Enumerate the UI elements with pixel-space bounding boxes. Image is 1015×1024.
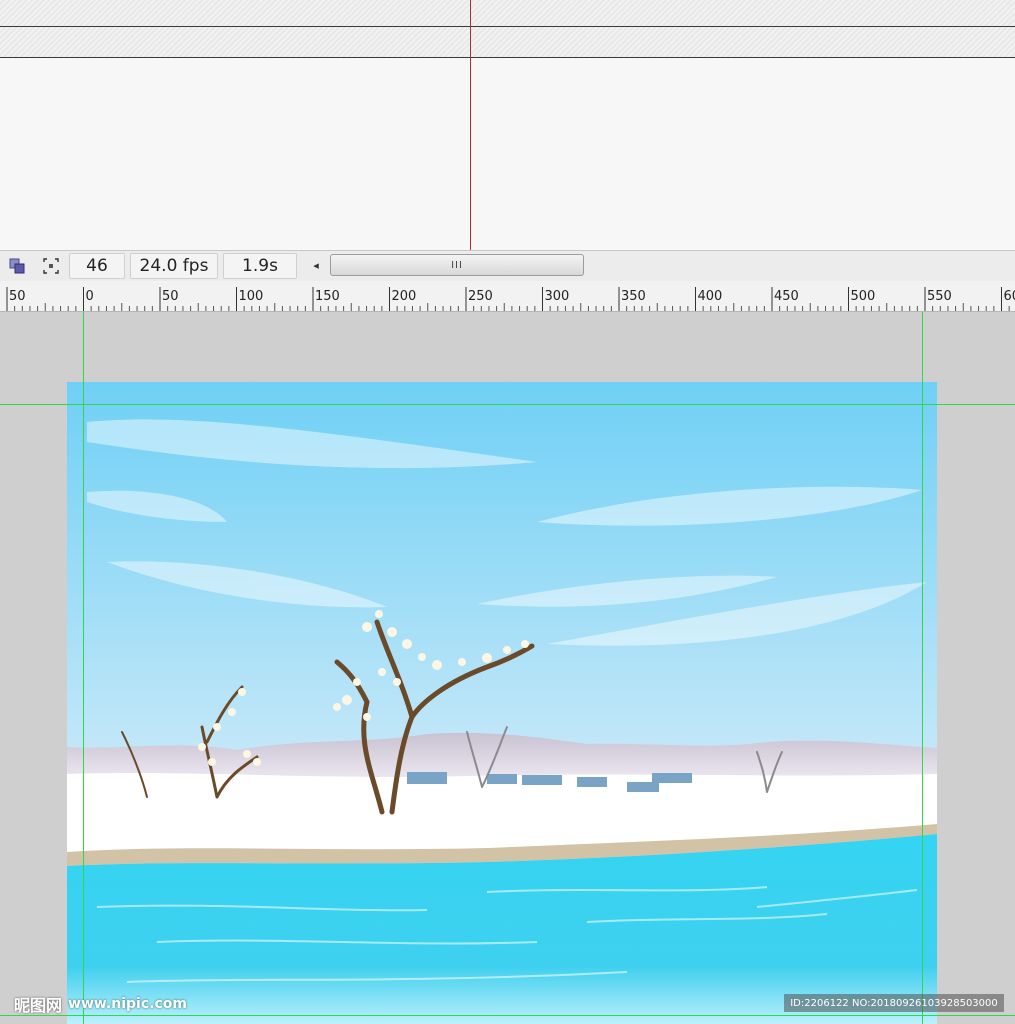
onion-skin-icon[interactable]	[6, 255, 28, 277]
ruler-ticks: 5005010015020025030035040045050055060	[6, 287, 1015, 311]
ruler-label: 200	[392, 289, 417, 304]
ruler-label: 100	[239, 289, 264, 304]
timeline-status-bar: 46 24.0 fps 1.9s ◂ III	[0, 250, 1015, 281]
stage-artboard[interactable]	[67, 382, 937, 1024]
guide-vertical-right[interactable]	[922, 312, 923, 1024]
timeline-row-divider	[0, 26, 1015, 27]
ruler-label: 500	[851, 289, 876, 304]
edit-multiple-frames-icon[interactable]	[40, 255, 62, 277]
timeline-horizontal-scrollbar[interactable]: III	[330, 254, 584, 276]
ruler-label: 150	[315, 289, 340, 304]
ruler-label: 550	[927, 289, 952, 304]
ruler-label: 50	[162, 289, 179, 304]
timeline-panel	[0, 0, 1015, 250]
scrollbar-grip: III	[451, 259, 463, 271]
guide-vertical-left[interactable]	[83, 312, 84, 1024]
ruler-label: 350	[621, 289, 646, 304]
horizontal-ruler: 5005010015020025030035040045050055060	[0, 281, 1015, 312]
ruler-label: 60	[1004, 289, 1015, 304]
site-name: 昵图网	[14, 996, 63, 1015]
playhead[interactable]	[470, 0, 471, 250]
guide-horizontal-top[interactable]	[0, 404, 1015, 405]
site-watermark: 昵图网 www.nipic.com	[14, 994, 187, 1015]
ruler-label: 300	[545, 289, 570, 304]
ruler-label: 450	[774, 289, 799, 304]
current-frame-field[interactable]: 46	[69, 253, 125, 279]
elapsed-time-field: 1.9s	[223, 253, 297, 279]
timeline-layer-rows[interactable]	[0, 0, 1015, 58]
image-id-watermark: ID:2206122 NO:20180926103928503000	[784, 994, 1004, 1012]
arrow-left-icon[interactable]: ◂	[307, 255, 325, 275]
scrollbar-thumb[interactable]: III	[330, 254, 584, 276]
frame-rate-field[interactable]: 24.0 fps	[130, 253, 218, 279]
site-url: www.nipic.com	[68, 996, 187, 1012]
ruler-label: 250	[468, 289, 493, 304]
ruler-label: 400	[698, 289, 723, 304]
guide-horizontal-bottom[interactable]	[0, 1015, 1015, 1016]
winter-landscape-illustration	[67, 382, 937, 1024]
ruler-label: 0	[86, 289, 94, 304]
ruler-label: 50	[9, 289, 26, 304]
